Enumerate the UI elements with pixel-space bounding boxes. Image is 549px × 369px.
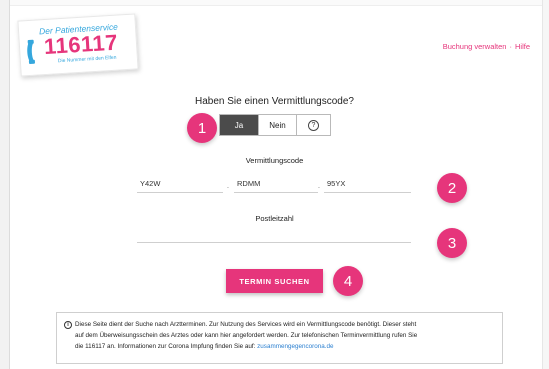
postcode-input[interactable] [137, 227, 411, 243]
search-appointment-button[interactable]: TERMIN SUCHEN [226, 269, 323, 293]
step-badge-2: 2 [437, 173, 467, 203]
info-line-1: Diese Seite dient der Suche nach Arztter… [75, 321, 417, 328]
code-separator: . [227, 183, 229, 190]
code-label: Vermittlungscode [245, 156, 304, 165]
step-badge-4: 4 [333, 266, 363, 296]
window-left-frame [0, 0, 10, 369]
question-mark-icon: ? [308, 119, 319, 131]
top-nav: Buchung verwalten · Hilfe [443, 42, 530, 51]
window-top-frame [10, 0, 542, 6]
logo-116117[interactable]: Der Patientenservice 116117 Die Nummer m… [17, 13, 139, 77]
phone-icon [27, 39, 35, 64]
corona-info-link[interactable]: zusammengegencorona.de [257, 343, 333, 350]
code-toggle-group: Ja Nein ? [219, 114, 331, 136]
help-link[interactable]: Hilfe [515, 42, 530, 51]
info-line-3-text: die 116117 an. Informationen zur Corona … [75, 343, 258, 350]
step-badge-3: 3 [437, 228, 467, 258]
info-box: i Diese Seite dient der Suche nach Arztt… [56, 312, 503, 364]
code-part-1-input[interactable]: Y42W [137, 177, 223, 193]
step-badge-1: 1 [187, 113, 217, 143]
info-line-3: die 116117 an. Informationen zur Corona … [75, 341, 494, 352]
postcode-label: Postleitzahl [255, 214, 294, 223]
window-right-frame [542, 0, 549, 369]
code-separator: . [318, 183, 320, 190]
nav-separator: · [509, 42, 512, 51]
info-icon: i [64, 321, 72, 329]
info-line-2: auf dem Überweisungsschein des Arztes od… [75, 332, 418, 339]
toggle-no-button[interactable]: Nein [258, 115, 296, 135]
code-part-3-input[interactable]: 95YX [324, 177, 411, 193]
code-question-heading: Haben Sie einen Vermittlungscode? [195, 96, 354, 107]
code-part-2-input[interactable]: RDMM [234, 177, 318, 193]
manage-booking-link[interactable]: Buchung verwalten [443, 42, 507, 51]
toggle-yes-button[interactable]: Ja [220, 115, 258, 135]
toggle-help-button[interactable]: ? [296, 115, 330, 135]
